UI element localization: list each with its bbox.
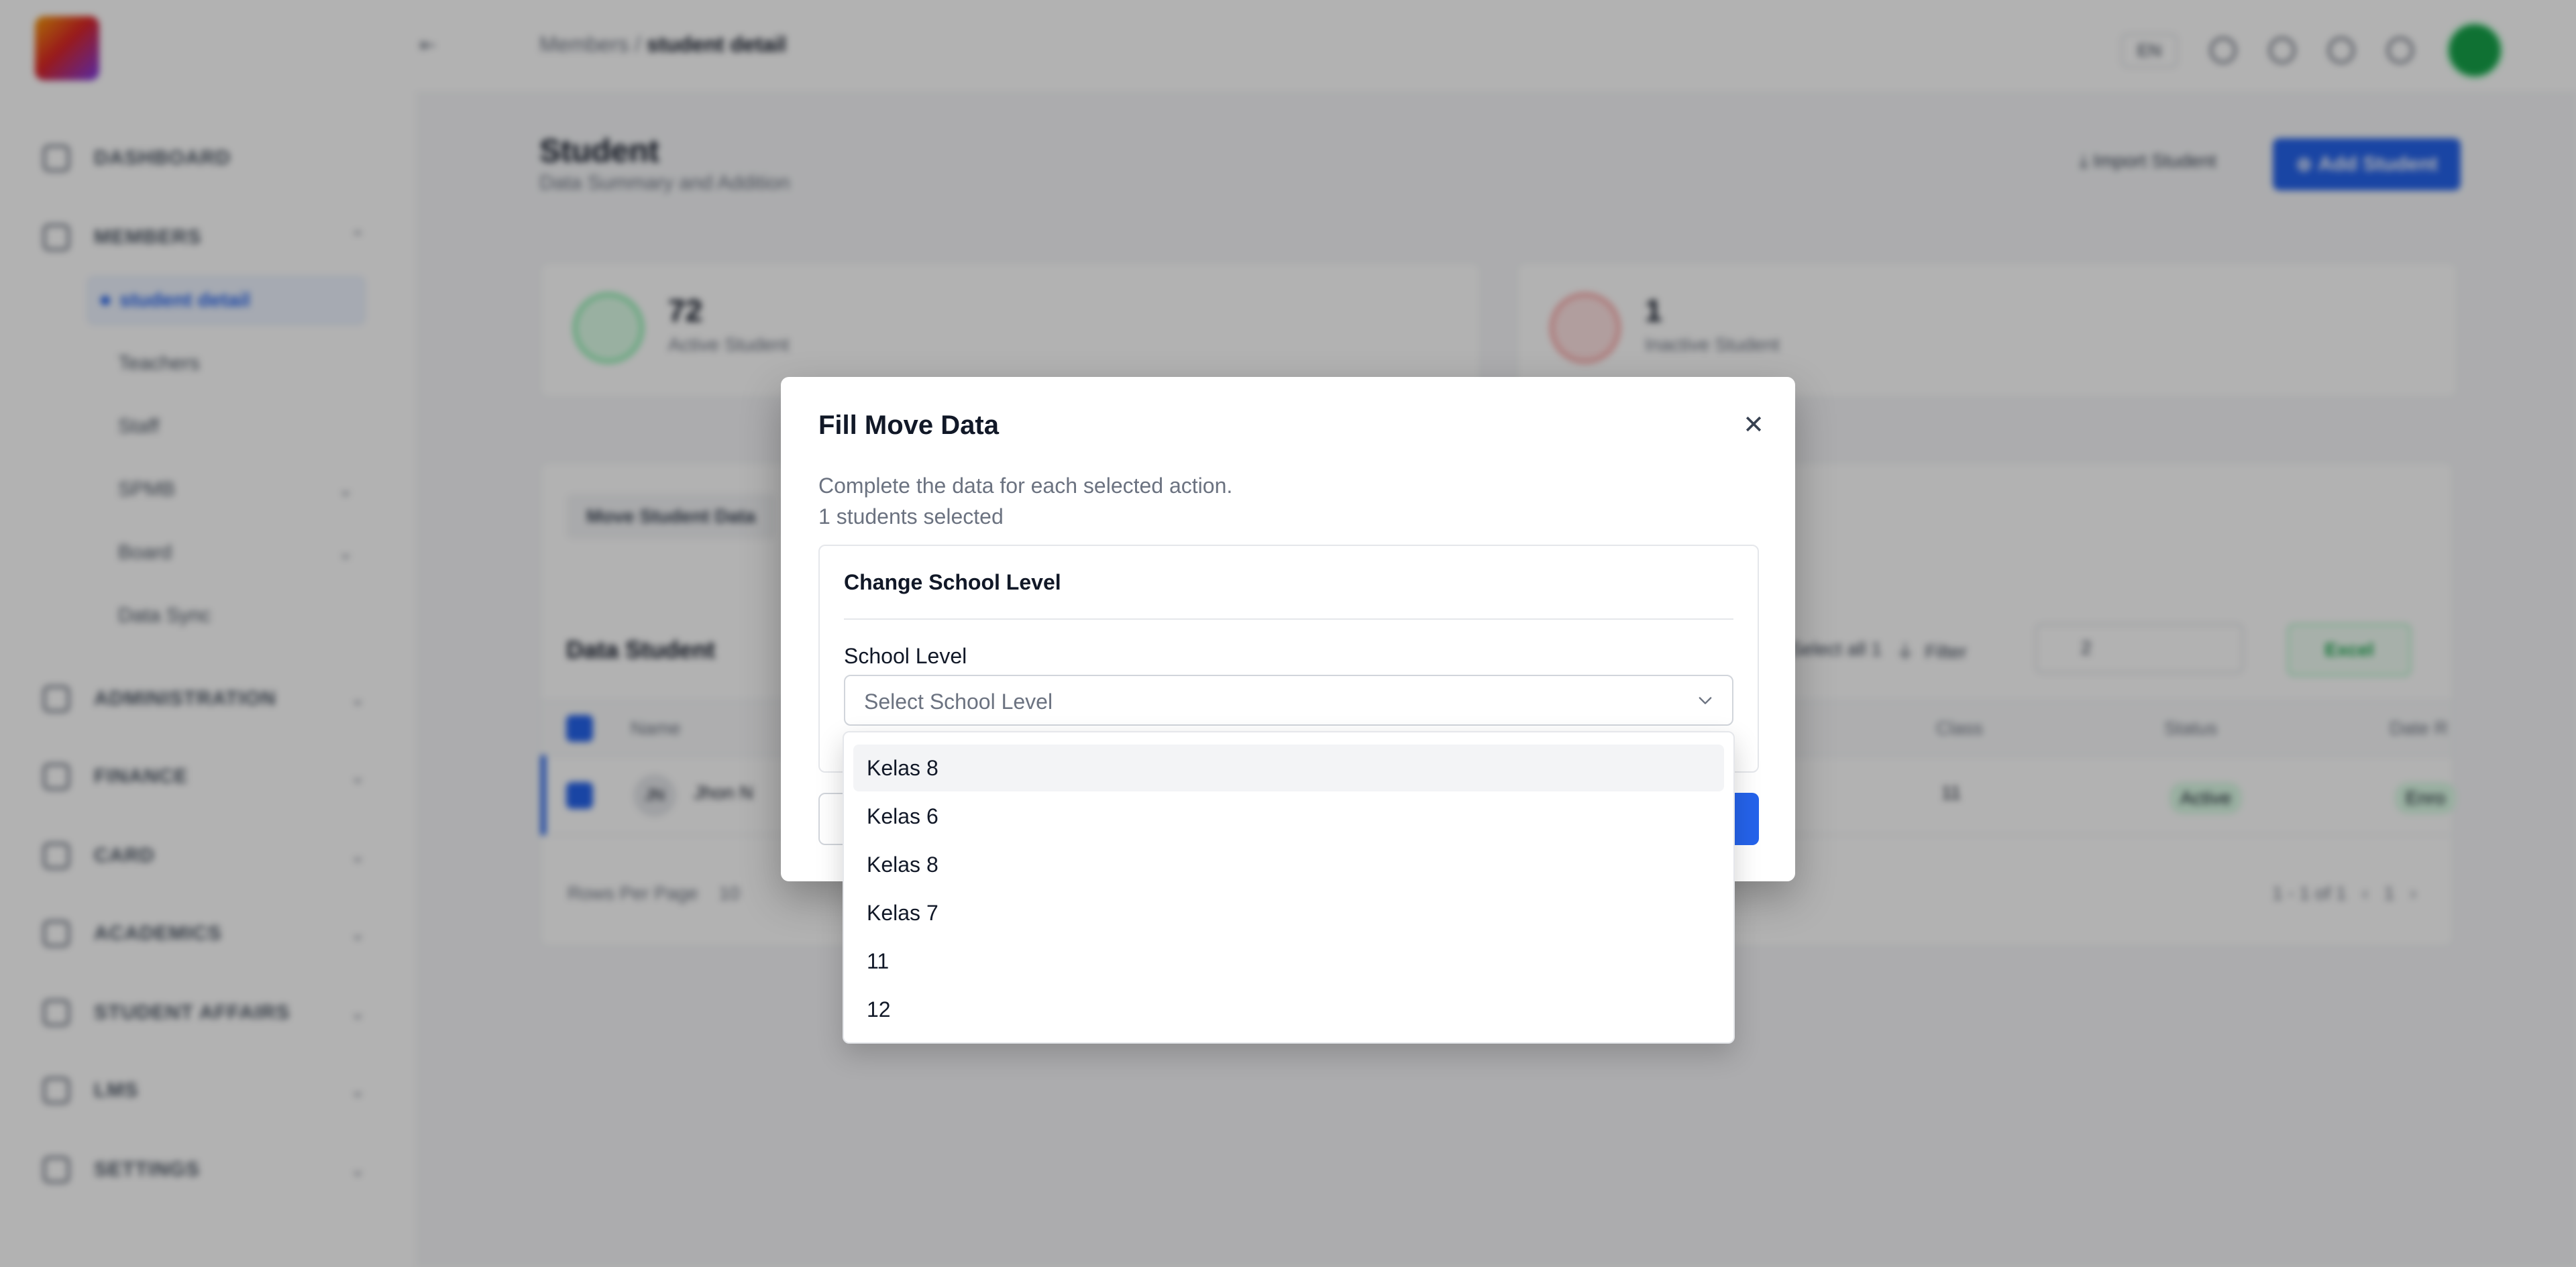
select-placeholder: Select School Level <box>864 690 1053 714</box>
dialog-title: Fill Move Data <box>818 410 999 440</box>
school-level-label: School Level <box>844 644 967 668</box>
school-level-select[interactable]: Select School Level <box>844 675 1733 726</box>
chevron-down-icon <box>1699 697 1712 704</box>
section-divider <box>844 618 1733 620</box>
dialog-description: Complete the data for each selected acti… <box>818 474 1233 498</box>
close-icon[interactable]: ✕ <box>1733 405 1774 445</box>
dropdown-option[interactable]: Kelas 8 <box>853 745 1724 791</box>
school-level-dropdown: Kelas 8 Kelas 6 Kelas 8 Kelas 7 11 12 <box>843 731 1735 1044</box>
section-title: Change School Level <box>844 570 1061 594</box>
dropdown-option[interactable]: 12 <box>853 986 1724 1033</box>
dropdown-option[interactable]: Kelas 6 <box>853 793 1724 840</box>
dropdown-option[interactable]: Kelas 8 <box>853 841 1724 888</box>
dropdown-option[interactable]: Kelas 7 <box>853 889 1724 936</box>
selected-count: 1 students selected <box>818 504 1004 529</box>
dropdown-option[interactable]: 11 <box>853 938 1724 985</box>
